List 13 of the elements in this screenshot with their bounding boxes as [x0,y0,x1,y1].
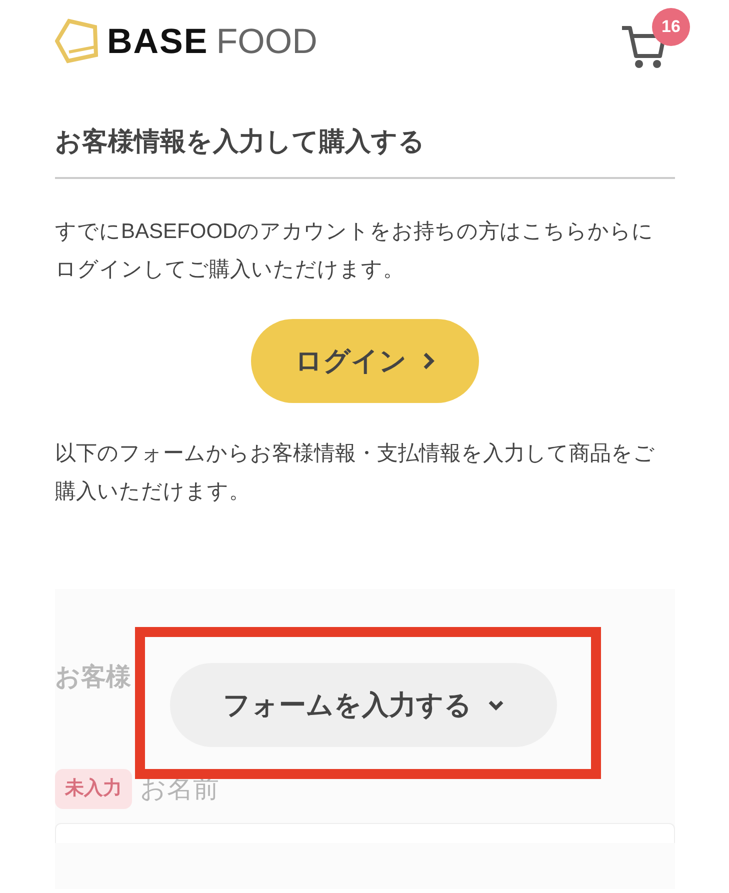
intro-text: すでにBASEFOODのアカウントをお持ちの方はこちらからにログインしてご購入いただけます。 [55,219,655,284]
expand-form-button[interactable]: フォームを入力する [170,663,557,748]
page-title: お客様情報を入力して購入する [55,126,675,180]
cart-count-badge: 16 [652,8,690,46]
status-label: 未入力 [55,768,132,810]
logo-icon [55,18,99,64]
login-button[interactable]: ログイン [251,319,479,404]
chevron-down-icon [488,700,504,711]
chevron-right-icon [423,352,435,370]
logo-text: FOOD [216,24,318,58]
logo-text: BASE [107,24,208,58]
section-heading: お客様 [55,662,132,694]
form-note-text: 以下のフォームからお客様情報・支払情報を入力して商品をご購入いただけます。 [55,441,656,506]
